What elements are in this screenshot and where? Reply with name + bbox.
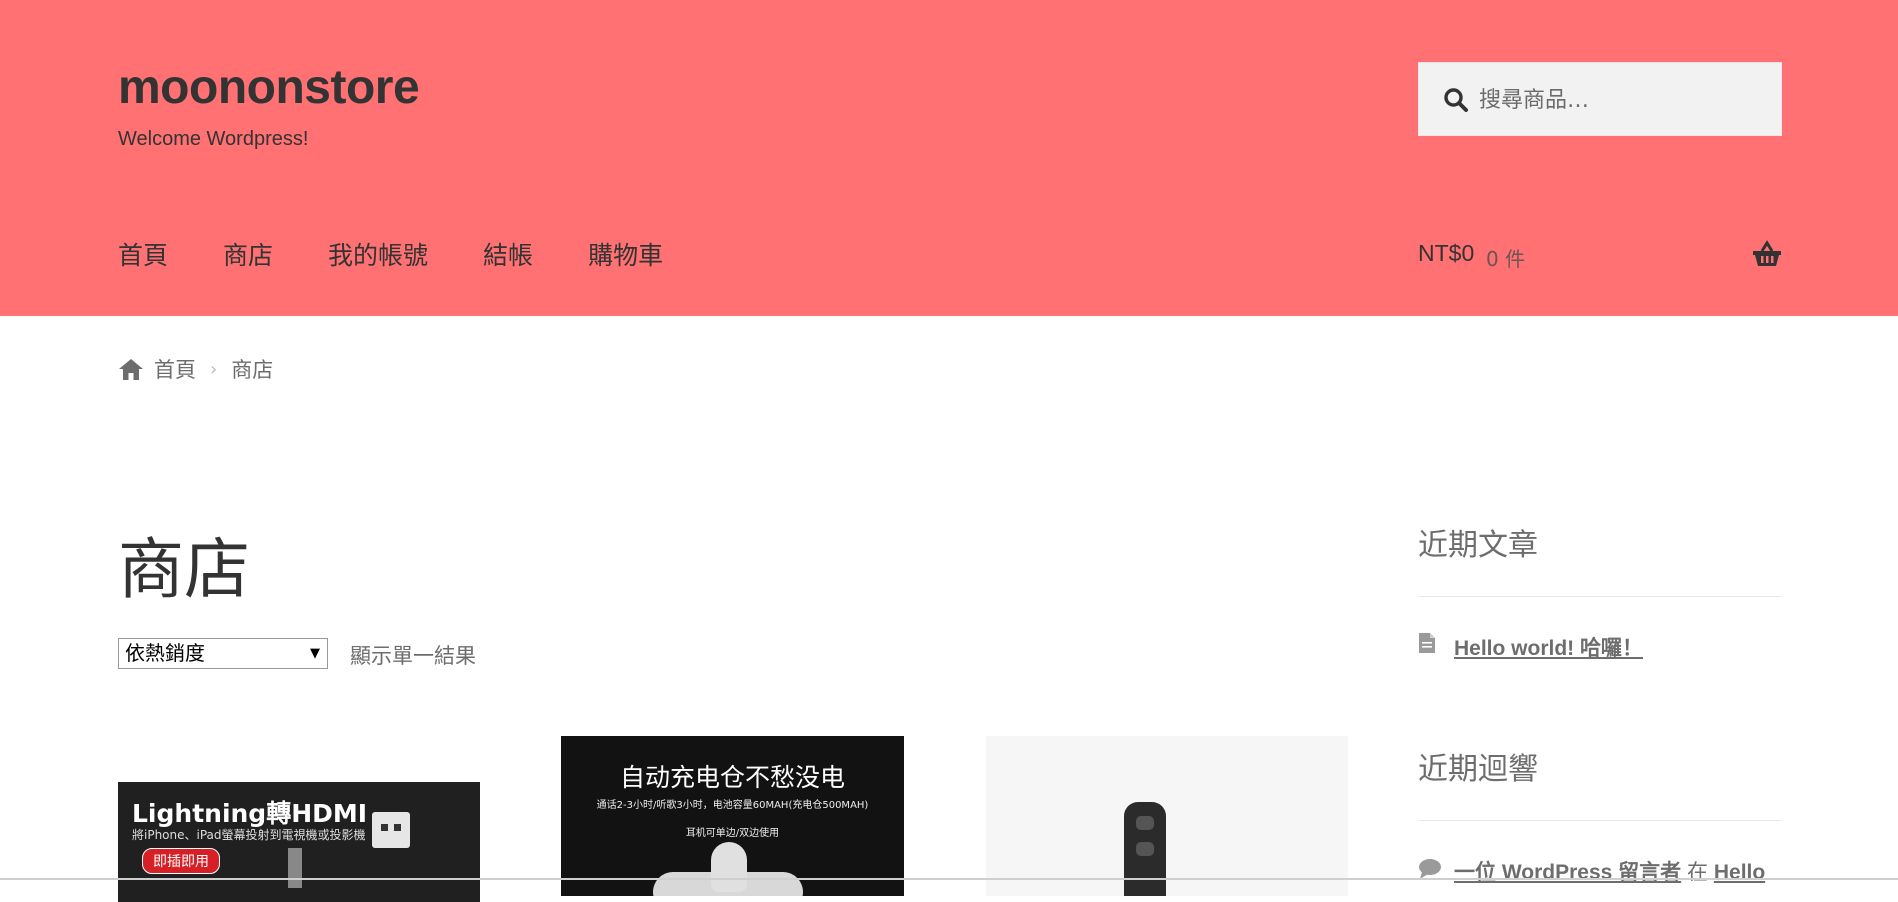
result-count: 顯示單一結果: [350, 644, 476, 668]
product-image-note: 耳机可单边/双边使用: [685, 828, 780, 839]
usb-plug-graphic: [372, 812, 410, 848]
product-thumbnail-bluetooth-receiver[interactable]: [986, 736, 1348, 896]
lightning-plug-graphic: [288, 848, 302, 888]
earbud-graphic: [711, 842, 747, 892]
search-input[interactable]: [1477, 63, 1771, 137]
breadcrumb-separator: ›: [210, 358, 218, 380]
search-icon: [1444, 88, 1468, 112]
product-thumbnail-earbuds[interactable]: 自动充电仓不愁没电 通话2-3小时/听歌3小时，电池容量60MAH(充电仓500…: [561, 736, 904, 896]
product-image-badge: 即插即用: [142, 848, 220, 874]
product-image-subtitle: 將iPhone、iPad螢幕投射到電視機或投影機: [132, 828, 366, 842]
product-thumbnail-lightning-hdmi[interactable]: Lightning轉HDMI 將iPhone、iPad螢幕投射到電視機或投影機 …: [118, 782, 480, 902]
product-image-title: 自动充电仓不愁没电: [619, 763, 845, 792]
document-icon: [1419, 633, 1435, 653]
breadcrumb-home-link[interactable]: 首頁: [154, 354, 196, 384]
widget-divider: [1418, 820, 1782, 821]
widget-divider: [1418, 596, 1782, 597]
product-search[interactable]: [1418, 62, 1782, 137]
recent-comments-title: 近期迴響: [1418, 752, 1538, 787]
recent-post-link[interactable]: Hello world! 哈囉！: [1454, 632, 1643, 662]
primary-nav: 首頁 商店 我的帳號 結帳 購物車: [118, 236, 718, 272]
cart-basket-icon[interactable]: [1752, 240, 1782, 268]
nav-item-home[interactable]: 首頁: [118, 236, 168, 272]
page-title: 商店: [118, 531, 250, 608]
nav-item-checkout[interactable]: 結帳: [483, 236, 533, 272]
breadcrumb-current: 商店: [231, 358, 274, 382]
product-image-subtitle: 通话2-3小时/听歌3小时，电池容量60MAH(充电仓500MAH): [596, 800, 869, 811]
comment-icon: [1419, 859, 1441, 879]
nav-item-my-account[interactable]: 我的帳號: [328, 236, 428, 272]
site-title[interactable]: moononstore: [118, 60, 420, 115]
recent-posts-title: 近期文章: [1418, 528, 1538, 563]
orderby-select[interactable]: 依熱銷度 ▼: [118, 638, 328, 669]
site-header: moononstore Welcome Wordpress! 首頁 商店 我的帳…: [0, 0, 1898, 316]
call-button-graphic: [1136, 842, 1154, 856]
cart-amount[interactable]: NT$0: [1418, 240, 1474, 267]
comment-author-link[interactable]: 一位 WordPress 留言者: [1454, 861, 1681, 884]
orderby-selected-value: 依熱銷度: [125, 641, 205, 665]
chevron-down-icon: ▼: [310, 646, 320, 661]
nav-item-shop[interactable]: 商店: [223, 236, 273, 272]
site-tagline: Welcome Wordpress!: [118, 128, 309, 150]
product-image-title: Lightning轉HDMI: [132, 799, 368, 828]
volume-up-button-graphic: [1136, 816, 1154, 830]
comment-post-link[interactable]: Hello: [1714, 861, 1765, 884]
breadcrumb: 首頁 › 商店: [118, 354, 273, 384]
cart-count[interactable]: 0 件: [1486, 243, 1525, 272]
header-cart[interactable]: NT$0 0 件: [1418, 240, 1782, 272]
comment-on-text: 在: [1687, 861, 1708, 884]
nav-item-cart[interactable]: 購物車: [588, 236, 663, 272]
home-icon[interactable]: [118, 357, 144, 381]
